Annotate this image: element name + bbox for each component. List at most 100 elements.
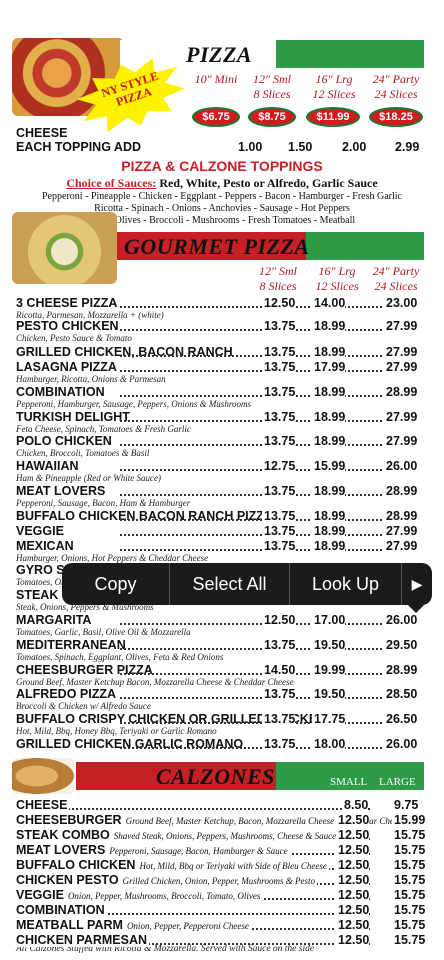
leader-dots bbox=[120, 697, 386, 699]
menu-item-name: POLO CHICKEN bbox=[16, 434, 112, 448]
leader-dots bbox=[120, 444, 386, 446]
menu-item-name: STEAK COMBO bbox=[16, 828, 110, 842]
pizza-title: PIZZA bbox=[186, 42, 253, 67]
leader-dots bbox=[120, 648, 386, 650]
menu-item-name: BUFFALO CHICKEN bbox=[16, 858, 136, 872]
menu-item-price: 27.99 bbox=[384, 319, 418, 333]
sauces-list: Red, White, Pesto or Alfredo, Garlic Sau… bbox=[159, 176, 378, 190]
menu-item-description: Tomatoes, Garlic, Basil, Olive Oil & Moz… bbox=[16, 627, 191, 637]
menu-item-price: 14.00 bbox=[312, 296, 346, 310]
menu-item-price: 12.50 bbox=[336, 843, 370, 857]
menu-item-price: 13.75 bbox=[262, 509, 296, 523]
menu-item-description: Hot, Mild, Bbq or Teriyaki with Side of … bbox=[139, 861, 327, 871]
menu-item-description: Feta Cheese, Spinach, Tomatoes & Fresh G… bbox=[16, 424, 191, 434]
leader-dots bbox=[120, 329, 386, 331]
leader-dots bbox=[120, 549, 386, 551]
menu-item-price: 17.99 bbox=[312, 360, 346, 374]
text-selection-menu: Copy Select All Look Up ▶ bbox=[62, 563, 432, 605]
menu-item-description: Ham & Pineapple (Red or White Sauce) bbox=[16, 473, 161, 483]
calzone-item: CHICKEN PARMESAN bbox=[16, 933, 150, 947]
menu-item-price: 19.50 bbox=[312, 638, 346, 652]
topping-price-1: 1.00 bbox=[238, 140, 263, 154]
menu-item-price: 13.75 bbox=[262, 385, 296, 399]
menu-item-name: LASAGNA PIZZA bbox=[16, 360, 117, 374]
leader-dots bbox=[120, 623, 386, 625]
menu-item-price: 9.75 bbox=[392, 798, 419, 812]
menu-item-price: 13.75 bbox=[262, 360, 296, 374]
menu-item-price: 27.99 bbox=[384, 524, 418, 538]
price-large: $11.99 bbox=[308, 109, 358, 125]
menu-item-price: 17.75 bbox=[312, 712, 346, 726]
menu-item-price: 13.75 bbox=[262, 319, 296, 333]
menu-item-name: MEXICAN bbox=[16, 539, 74, 553]
menu-item-price: 13.75 bbox=[262, 638, 296, 652]
select-all-button[interactable]: Select All bbox=[170, 563, 290, 605]
menu-item-price: 28.99 bbox=[384, 509, 418, 523]
leader-dots bbox=[120, 534, 386, 536]
menu-item-name: MEAT LOVERS bbox=[16, 843, 106, 857]
size-small: 12" Sml 8 Slices bbox=[252, 72, 292, 101]
size-mini: 10" Mini bbox=[194, 72, 238, 86]
copy-button[interactable]: Copy bbox=[62, 563, 170, 605]
topping-price-3: 2.00 bbox=[342, 140, 367, 154]
menu-item-name: COMBINATION bbox=[16, 903, 105, 917]
gourmet-title: GOURMET PIZZA bbox=[124, 234, 310, 259]
menu-item-name: CHEESE bbox=[16, 798, 68, 812]
menu-item-price: 26.50 bbox=[384, 712, 418, 726]
menu-item-description: Pepperoni, Sausage, Bacon, Ham & Hamburg… bbox=[16, 498, 191, 508]
menu-item-price: 28.99 bbox=[384, 385, 418, 399]
calzone-item: COMBINATION bbox=[16, 903, 107, 917]
menu-item-name: MEATBALL PARM bbox=[16, 918, 123, 932]
menu-item-name: TURKISH DELIGHT bbox=[16, 410, 130, 424]
menu-item-description: Hamburger, Ricotta, Onions & Parmesan bbox=[16, 374, 166, 384]
look-up-button[interactable]: Look Up bbox=[290, 563, 402, 605]
menu-item-description: Pepperoni, Sausage, Bacon, Hamburger & S… bbox=[109, 846, 288, 856]
menu-item-description: Onion, Pepper, Mushrooms, Broccoli, Toma… bbox=[67, 891, 261, 901]
menu-item-price: 13.75 bbox=[262, 524, 296, 538]
menu-item-price: 12.50 bbox=[262, 296, 296, 310]
leader-dots bbox=[120, 306, 386, 308]
menu-item-description: Tomatoes, On bbox=[16, 577, 66, 587]
menu-item-price: 18.99 bbox=[312, 385, 346, 399]
menu-item-name: CHEESEBURGER bbox=[16, 813, 122, 827]
menu-item-description: Chicken, Pesto Sauce & Tomato bbox=[16, 333, 132, 343]
menu-item-price: 18.99 bbox=[312, 484, 346, 498]
menu-item-name: VEGGIE bbox=[16, 888, 64, 902]
menu-item-price: 19.50 bbox=[312, 687, 346, 701]
gourmet-size-party: 24" Party 24 Slices bbox=[372, 264, 420, 293]
leader-dots bbox=[120, 494, 386, 496]
menu-item-price: 12.50 bbox=[262, 613, 296, 627]
menu-item-price: 27.99 bbox=[384, 410, 418, 424]
leader-dots bbox=[120, 420, 386, 422]
menu-item-name: HAWAIIAN bbox=[16, 459, 79, 473]
cheese-label: CHEESE bbox=[16, 126, 68, 140]
gourmet-photo bbox=[12, 212, 117, 284]
calzone-small-header: SMALL bbox=[330, 776, 368, 788]
menu-item-description: Shaved Steak, Onions, Peppers, Mushrooms… bbox=[113, 831, 337, 841]
menu-item-price: 15.99 bbox=[392, 813, 426, 827]
menu-item-description: Tomatoes, Spinach, Eggplant, Olives, Fet… bbox=[16, 652, 224, 662]
menu-item-price: 15.99 bbox=[312, 459, 346, 473]
menu-item-name: MEAT LOVERS bbox=[16, 484, 106, 498]
menu-item-price: 15.75 bbox=[392, 933, 426, 947]
calzone-item: BUFFALO CHICKEN Hot, Mild, Bbq or Teriyak… bbox=[16, 858, 329, 872]
gourmet-size-small: 12" Sml 8 Slices bbox=[258, 264, 298, 293]
calzone-photo bbox=[12, 758, 74, 794]
menu-item-price: 13.75 bbox=[262, 410, 296, 424]
leader-dots bbox=[60, 808, 370, 810]
play-arrow-icon[interactable]: ▶ bbox=[402, 563, 432, 605]
menu-item-price: 18.99 bbox=[312, 319, 346, 333]
menu-item-price: 28.99 bbox=[384, 484, 418, 498]
price-party: $18.25 bbox=[371, 109, 421, 125]
menu-item-price: 15.75 bbox=[392, 873, 426, 887]
menu-item-price: 13.75 bbox=[262, 687, 296, 701]
leader-dots bbox=[120, 469, 386, 471]
topping-add-label: EACH TOPPING ADD bbox=[16, 140, 142, 154]
menu-item-price: 15.75 bbox=[392, 828, 426, 842]
menu-item-price: 18.99 bbox=[312, 410, 346, 424]
menu-item-price: 15.75 bbox=[392, 888, 426, 902]
menu-item-price: 12.50 bbox=[336, 903, 370, 917]
menu-item-price: 15.75 bbox=[392, 903, 426, 917]
sauces-line: Choice of Sauces: Red, White, Pesto or A… bbox=[0, 176, 444, 191]
menu-item-price: 18.99 bbox=[312, 524, 346, 538]
